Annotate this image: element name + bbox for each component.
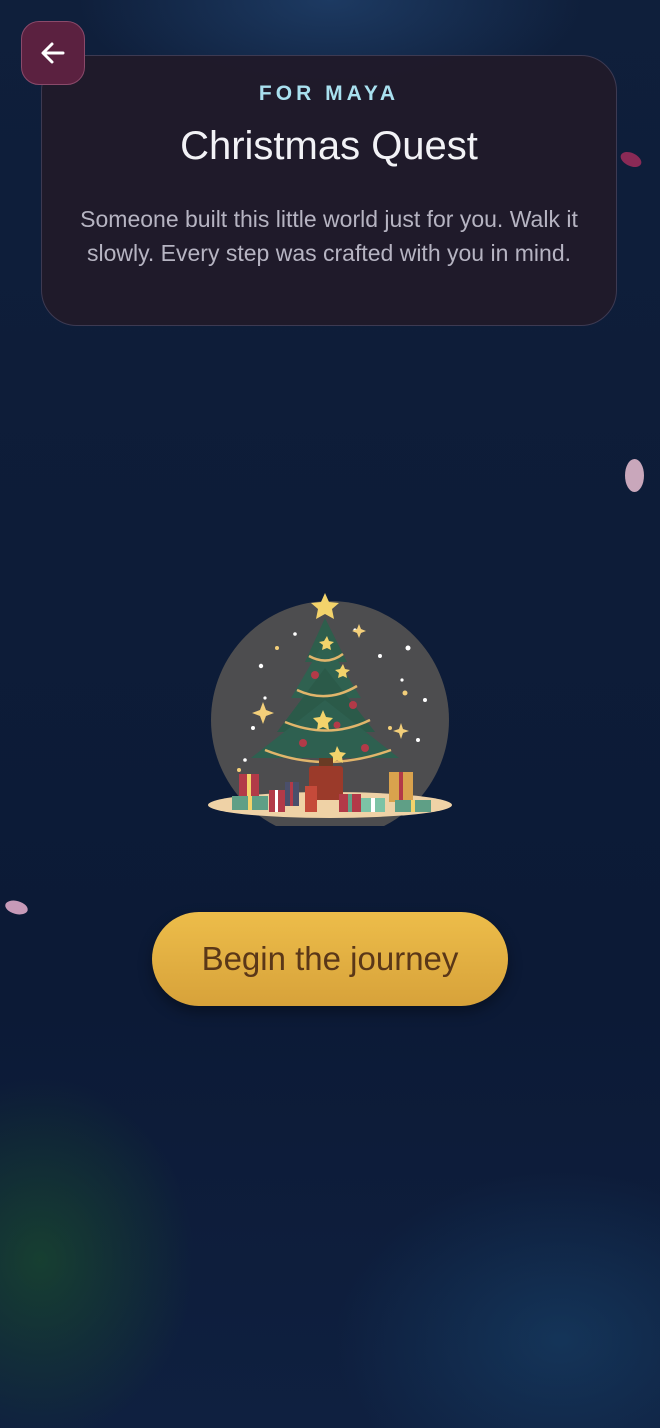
- intro-card: FOR MAYA Christmas Quest Someone built t…: [41, 55, 617, 326]
- intro-description: Someone built this little world just for…: [80, 206, 578, 266]
- arrow-left-icon: [41, 42, 65, 64]
- falling-petal: [625, 459, 644, 492]
- back-button[interactable]: [21, 21, 85, 85]
- begin-journey-button[interactable]: Begin the journey: [152, 912, 508, 1006]
- page-title: Christmas Quest: [180, 124, 478, 168]
- recipient-label: FOR MAYA: [258, 82, 400, 105]
- falling-petal: [3, 898, 30, 917]
- christmas-tree-illustration: [208, 593, 452, 826]
- falling-petal: [618, 148, 644, 171]
